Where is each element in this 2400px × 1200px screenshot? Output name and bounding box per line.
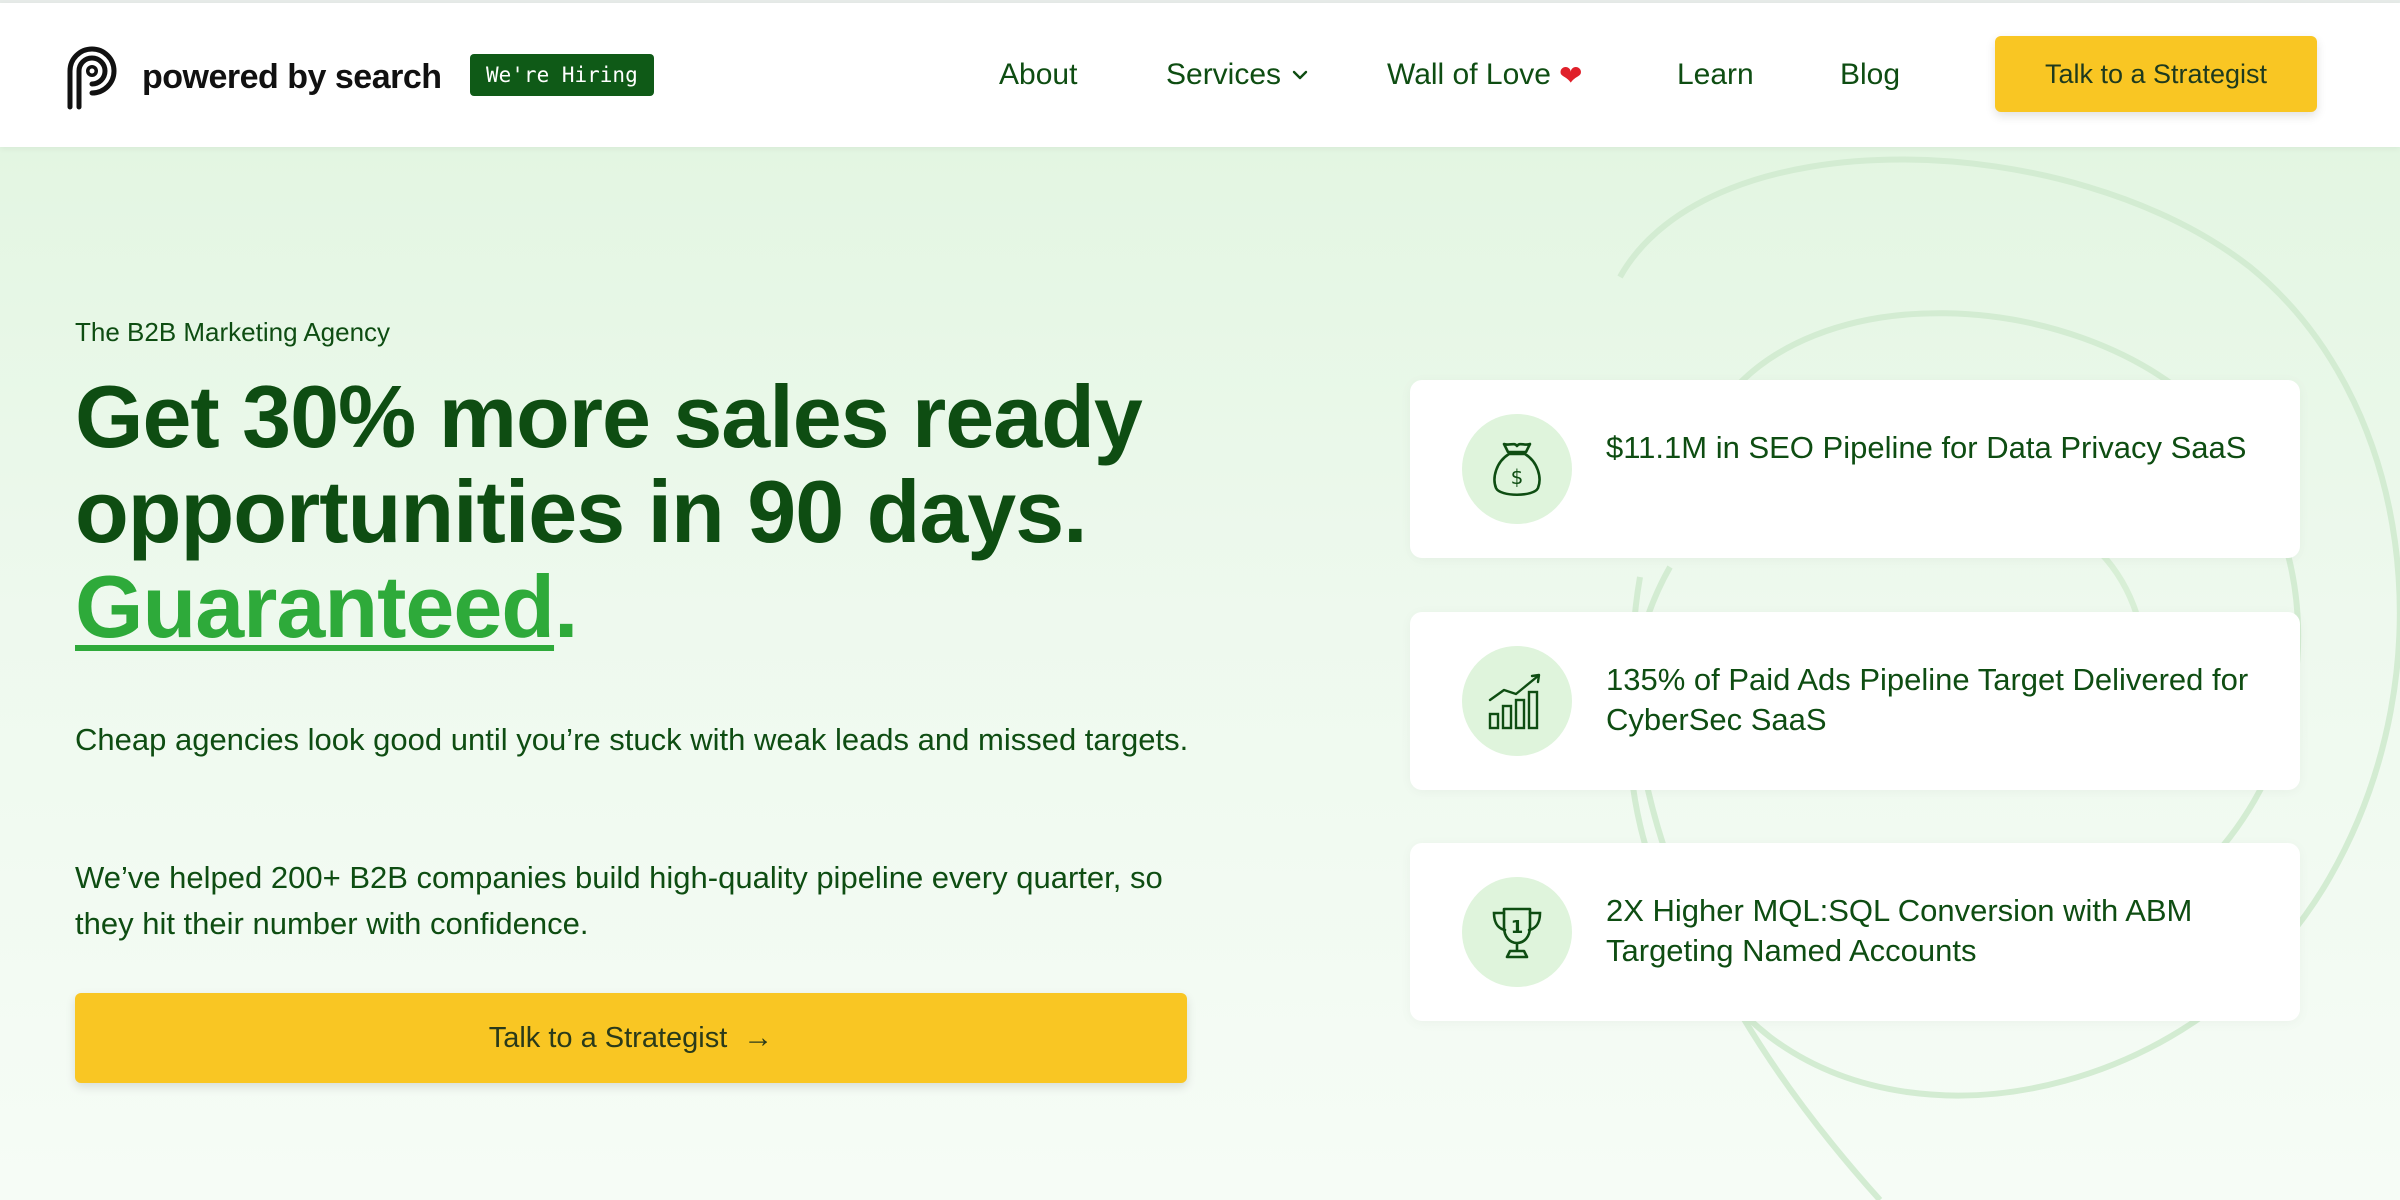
nav-wall-of-love-label: Wall of Love bbox=[1387, 58, 1551, 91]
header-cta-button[interactable]: Talk to a Strategist bbox=[1995, 36, 2317, 112]
svg-text:1: 1 bbox=[1511, 917, 1524, 938]
headline-line-1: Get 30% more sales ready bbox=[75, 367, 1143, 466]
nav-learn[interactable]: Learn bbox=[1677, 51, 1754, 99]
nav-blog-label: Blog bbox=[1840, 58, 1901, 91]
money-bag-icon: $ bbox=[1493, 442, 1541, 497]
svg-text:$: $ bbox=[1511, 465, 1524, 489]
nav-services-label: Services bbox=[1166, 58, 1282, 91]
result-icon-circle bbox=[1462, 646, 1572, 756]
headline-period: . bbox=[554, 557, 578, 656]
hero-eyebrow: The B2B Marketing Agency bbox=[75, 317, 391, 347]
result-icon-circle: 1 bbox=[1462, 877, 1572, 987]
result-icon-circle: $ bbox=[1462, 414, 1572, 524]
nav-about-label: About bbox=[999, 58, 1078, 91]
arrow-right-icon: → bbox=[743, 1021, 774, 1054]
hero-section: The B2B Marketing Agency Get 30% more sa… bbox=[0, 147, 2400, 1200]
trophy-icon: 1 bbox=[1492, 907, 1542, 959]
chevron-down-icon bbox=[1292, 70, 1308, 80]
headline-line-2: opportunities in 90 days. bbox=[75, 462, 1088, 561]
result-text: $11.1M in SEO Pipeline for Data Privacy … bbox=[1606, 430, 2247, 465]
result-card: 135% of Paid Ads Pipeline Target Deliver… bbox=[1410, 612, 2300, 790]
nav-blog[interactable]: Blog bbox=[1840, 51, 1900, 99]
result-text: 2X Higher MQL:SQL Conversion with ABM Ta… bbox=[1606, 893, 2193, 968]
bar-chart-growth-icon bbox=[1488, 673, 1541, 730]
site-header: powered by search We're Hiring About Ser… bbox=[0, 3, 2400, 147]
hero-paragraph-2: We’ve helped 200+ B2B companies build hi… bbox=[75, 860, 1163, 941]
nav-services[interactable]: Services bbox=[1166, 51, 1309, 99]
hero-cta-label: Talk to a Strategist bbox=[488, 1021, 728, 1054]
nav-learn-label: Learn bbox=[1677, 58, 1754, 91]
headline-emphasis: Guaranteed bbox=[75, 557, 555, 656]
hero-cta-button[interactable]: Talk to a Strategist → bbox=[75, 993, 1187, 1083]
result-card: 1 2X Higher MQL:SQL Conversion with ABM … bbox=[1410, 843, 2300, 1021]
nav-about[interactable]: About bbox=[999, 51, 1077, 99]
heart-icon: ❤ bbox=[1558, 59, 1583, 91]
result-text: 135% of Paid Ads Pipeline Target Deliver… bbox=[1606, 662, 2249, 737]
hero-paragraph-1: Cheap agencies look good until you’re st… bbox=[75, 722, 1189, 757]
nav-wall-of-love[interactable]: Wall of Love ❤ bbox=[1387, 51, 1582, 99]
result-card: $ $11.1M in SEO Pipeline for Data Privac… bbox=[1410, 380, 2300, 558]
hero-headline: Get 30% more sales ready opportunities i… bbox=[75, 369, 1275, 654]
